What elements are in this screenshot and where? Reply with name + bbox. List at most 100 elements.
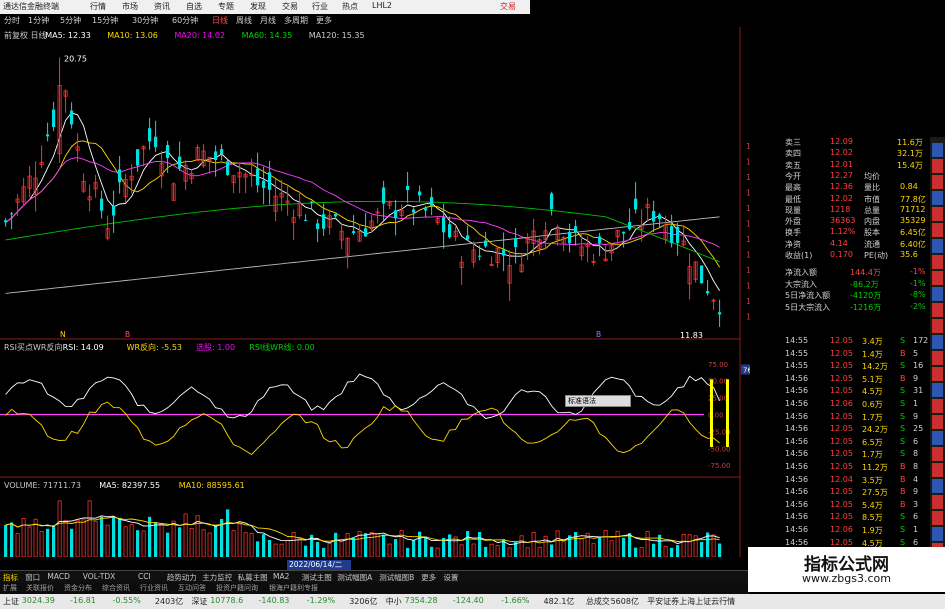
side-tab-button[interactable] (932, 383, 943, 397)
side-tab-button[interactable] (932, 239, 943, 253)
side-tab-button[interactable] (932, 495, 943, 509)
indicator-tab[interactable]: CCI (138, 572, 151, 581)
indicator-tab[interactable]: 测试主图 (302, 572, 332, 583)
period-tab[interactable]: 多周期 (284, 15, 308, 26)
side-tab-button[interactable] (932, 527, 943, 541)
side-tab-button[interactable] (932, 351, 943, 365)
period-tab[interactable]: 30分钟 (132, 15, 158, 26)
rsi-legend-item: RSI线WR线: 0.00 (249, 342, 315, 352)
tick-direction: S (900, 512, 906, 522)
tick-row: 14:55 12.05 3.4万 S 172 (750, 336, 930, 346)
side-tab-button[interactable] (932, 143, 943, 157)
menu-item[interactable]: LHL2 (372, 1, 392, 10)
flow-label: 大宗流入 (785, 279, 817, 289)
tick-direction: B (900, 348, 906, 358)
indicator-tab[interactable]: 设置 (443, 572, 458, 583)
side-tab-button[interactable] (932, 399, 943, 413)
menu-item[interactable]: 资讯 (154, 1, 170, 12)
candle-body (256, 168, 260, 186)
side-tab-button[interactable] (932, 335, 943, 349)
indicator-tab[interactable]: 更多 (421, 572, 436, 583)
indicator-tab[interactable]: 趋势动力 (167, 572, 197, 583)
side-tab-button[interactable] (932, 319, 943, 333)
menu-item[interactable]: 行情 (90, 1, 106, 12)
menu-item[interactable]: 市场 (122, 1, 138, 12)
status-item: 深证 (191, 597, 208, 606)
info-tab[interactable]: 综合资讯 (102, 583, 130, 593)
menu-item[interactable]: 专题 (218, 1, 234, 12)
period-tab[interactable]: 更多 (316, 15, 332, 26)
quote-label: 最低 (785, 194, 801, 204)
info-tab[interactable]: 投资户籍问询 (216, 583, 258, 593)
menu-item[interactable]: 发现 (250, 1, 266, 12)
candle-body (52, 109, 56, 127)
flow-value: 144.4万 (850, 268, 881, 277)
period-tab[interactable]: 日线 (212, 15, 228, 26)
period-tab[interactable]: 60分钟 (172, 15, 198, 26)
side-tab-button[interactable] (932, 303, 943, 317)
formula-badge[interactable]: 标准语法 (565, 395, 631, 407)
ma-line (5, 157, 720, 248)
volume-bar (495, 545, 500, 557)
status-item: 7354.28 (404, 596, 438, 605)
period-tab[interactable]: 1分钟 (28, 15, 49, 26)
tick-list[interactable]: 14:55 12.05 3.4万 S 172 14:55 12.05 1.4万 B 5 14:55 1… (750, 336, 930, 556)
indicator-tab[interactable]: 私募主图 (238, 572, 268, 583)
side-tab-button[interactable] (932, 287, 943, 301)
side-tab-button[interactable] (932, 479, 943, 493)
info-tab[interactable]: 互动问答 (178, 583, 206, 593)
indicator-tab[interactable]: MACD (47, 572, 69, 581)
side-tab-button[interactable] (932, 223, 943, 237)
period-tab[interactable]: 分时 (4, 15, 20, 26)
menu-item[interactable]: 自选 (186, 1, 202, 12)
indicator-tab[interactable]: VOL-TDX (83, 572, 115, 581)
trade-menu[interactable]: 交易 (500, 1, 516, 12)
side-tab-button[interactable] (932, 159, 943, 173)
side-tab-button[interactable] (932, 255, 943, 269)
info-tab[interactable]: 扩展 (3, 583, 17, 593)
candle-body (148, 128, 152, 142)
side-tab-button[interactable] (932, 207, 943, 221)
quote-value: 0.170 (830, 250, 853, 259)
side-tab-button[interactable] (932, 431, 943, 445)
volume-bar (214, 525, 218, 557)
indicator-tab[interactable]: 窗口 (25, 572, 40, 583)
tick-count: 9 (913, 487, 919, 497)
side-tab-button[interactable] (932, 415, 943, 429)
quote-label: 内盘 (864, 217, 880, 227)
volume-bar (297, 536, 302, 557)
candle-body (352, 231, 356, 234)
volume-bar (676, 545, 680, 557)
candle-body (166, 144, 170, 159)
side-tab-button[interactable] (932, 447, 943, 461)
period-tab[interactable]: 周线 (236, 15, 252, 26)
menu-item[interactable]: 交易 (282, 1, 298, 12)
info-tab[interactable]: 银海户籍利专报 (269, 583, 318, 593)
menu-item[interactable]: 行业 (312, 1, 328, 12)
side-tab-button[interactable] (932, 191, 943, 205)
side-tab-button[interactable] (932, 367, 943, 381)
indicator-tab[interactable]: 测试幅图A (337, 572, 372, 583)
rsi-legend-item: 选股: 1.00 (196, 342, 235, 352)
tick-count: 31 (913, 386, 924, 396)
flow-row: 5日净流入额 -4120万 -8% (750, 290, 930, 300)
side-tab-button[interactable] (932, 175, 943, 189)
info-tab[interactable]: 行业资讯 (140, 583, 168, 593)
indicator-tab[interactable]: MA2 (273, 572, 289, 581)
info-tab[interactable]: 关联报价 (26, 583, 54, 593)
period-tab[interactable]: 15分钟 (92, 15, 118, 26)
volume-bar (136, 530, 140, 557)
indicator-tab[interactable]: 主力监控 (202, 572, 232, 583)
info-tab[interactable]: 资金分布 (64, 583, 92, 593)
period-tab[interactable]: 月线 (260, 15, 276, 26)
quote-value: 6.40亿 (900, 239, 926, 249)
volume-bar (598, 537, 602, 557)
indicator-tab[interactable]: 测试幅图B (379, 572, 414, 583)
side-tab-button[interactable] (932, 511, 943, 525)
side-tab-button[interactable] (932, 271, 943, 285)
side-tab-button[interactable] (932, 463, 943, 477)
indicator-tab[interactable]: 指标 (3, 572, 18, 583)
menu-item[interactable]: 热点 (342, 1, 358, 12)
period-tab[interactable]: 5分钟 (60, 15, 81, 26)
chart-area[interactable]: 前复权 日线MA5: 12.33 MA10: 13.06 MA20: 14.02 MA… (0, 27, 750, 557)
